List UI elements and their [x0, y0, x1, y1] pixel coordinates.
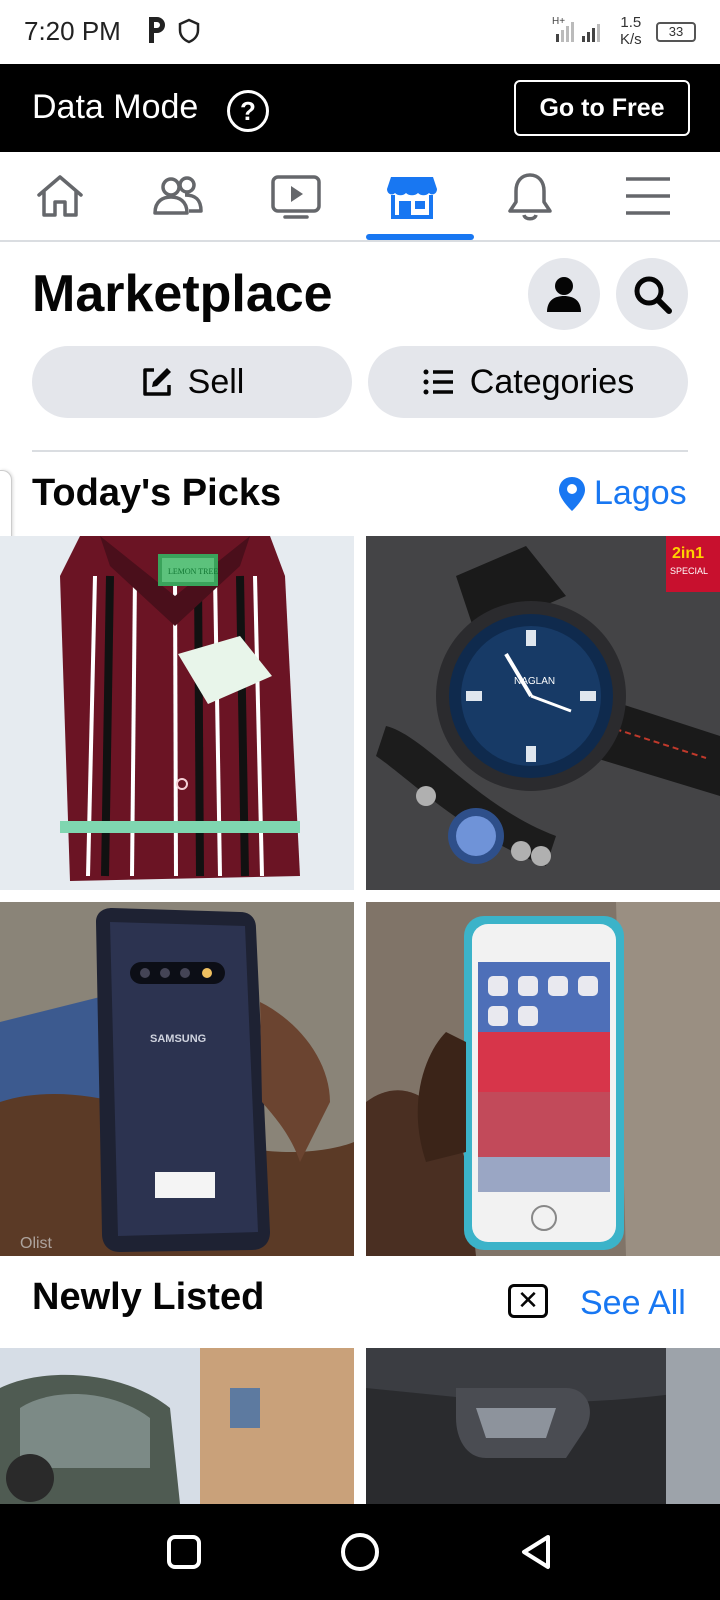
- search-icon: [634, 276, 672, 314]
- location-label: Lagos: [594, 474, 687, 512]
- edit-icon: [142, 368, 171, 396]
- newly-listed-title: Newly Listed: [32, 1276, 265, 1318]
- shield-icon: [178, 18, 200, 44]
- see-all-link[interactable]: See All: [580, 1284, 686, 1323]
- phone-brand-tag: SAMSUNG: [150, 1033, 206, 1045]
- parking-icon: [149, 17, 165, 43]
- location-link[interactable]: Lagos: [558, 474, 687, 513]
- top-nav-bar: [0, 152, 720, 242]
- olist-watermark: Olist: [20, 1235, 53, 1252]
- iphone-image: [366, 902, 720, 1256]
- watch-badge-bottom: SPECIAL: [670, 566, 708, 576]
- nav-home[interactable]: [0, 152, 120, 240]
- sell-label: Sell: [187, 362, 245, 401]
- menu-icon: [626, 177, 670, 215]
- nav-watch[interactable]: [236, 152, 356, 240]
- watch-image: NAGLAN 2in1 SPECIAL: [366, 536, 720, 890]
- categories-button[interactable]: Categories: [368, 346, 688, 418]
- back-triangle-icon: [522, 1535, 550, 1569]
- person-icon: [547, 277, 581, 312]
- go-to-free-button[interactable]: Go to Free: [514, 80, 690, 136]
- sell-button[interactable]: Sell: [32, 346, 352, 418]
- active-tab-indicator: [366, 234, 474, 240]
- location-pin-icon: [559, 476, 585, 511]
- system-nav-bar: [0, 1504, 720, 1600]
- nav-marketplace[interactable]: [352, 152, 472, 240]
- back-button[interactable]: [476, 1504, 596, 1600]
- nav-notifications[interactable]: [470, 152, 590, 240]
- speed-value: 1.5: [620, 14, 642, 31]
- battery-icon: 33: [656, 22, 696, 42]
- product-tile-car-interior[interactable]: [366, 1348, 720, 1504]
- friends-icon: [153, 176, 203, 215]
- list-icon: [423, 369, 453, 395]
- search-button[interactable]: [616, 258, 688, 330]
- circle-icon: [341, 1533, 379, 1571]
- product-tile-watch[interactable]: NAGLAN 2in1 SPECIAL: [366, 536, 720, 890]
- product-tile-shirt[interactable]: LEMON TREE: [0, 536, 354, 890]
- product-tile-iphone[interactable]: [366, 902, 720, 1256]
- nav-menu[interactable]: [588, 152, 708, 240]
- watch-brand-tag: NAGLAN: [514, 676, 555, 687]
- home-button[interactable]: [300, 1504, 420, 1600]
- todays-picks-title: Today's Picks: [32, 472, 282, 514]
- product-tile-samsung-phone[interactable]: SAMSUNG Olist: [0, 902, 354, 1256]
- square-icon: [167, 1535, 201, 1569]
- nav-friends[interactable]: [118, 152, 238, 240]
- product-tile-car-exterior[interactable]: [0, 1348, 354, 1504]
- recents-button[interactable]: [124, 1504, 244, 1600]
- close-icon[interactable]: ✕: [508, 1284, 548, 1318]
- car-interior-image: [366, 1348, 720, 1504]
- status-bar: 7:20 PM H+ 1.5 K/s 33: [0, 0, 720, 64]
- section-divider: [32, 450, 688, 452]
- profile-button[interactable]: [528, 258, 600, 330]
- network-speed: 1.5 K/s: [620, 14, 642, 48]
- data-mode-banner: Data Mode ? Go to Free: [0, 64, 720, 152]
- striped-shirt-image: LEMON TREE: [0, 536, 354, 890]
- car-exterior-image: [0, 1348, 354, 1504]
- shirt-brand-tag: LEMON TREE: [168, 567, 218, 576]
- home-icon: [37, 175, 83, 217]
- samsung-phone-image: SAMSUNG Olist: [0, 902, 354, 1256]
- page-title: Marketplace: [32, 265, 333, 323]
- data-mode-title: Data Mode: [32, 88, 199, 126]
- svg-text:H+: H+: [552, 16, 565, 27]
- help-icon[interactable]: ?: [227, 90, 269, 132]
- watch-badge-top: 2in1: [672, 545, 704, 562]
- signal-icon: H+: [552, 16, 600, 42]
- notifications-icon: [508, 173, 552, 221]
- speed-unit: K/s: [620, 31, 642, 48]
- watch-icon: [271, 175, 321, 219]
- marketplace-icon: [387, 177, 437, 219]
- categories-label: Categories: [469, 362, 635, 401]
- status-time: 7:20 PM: [24, 16, 121, 46]
